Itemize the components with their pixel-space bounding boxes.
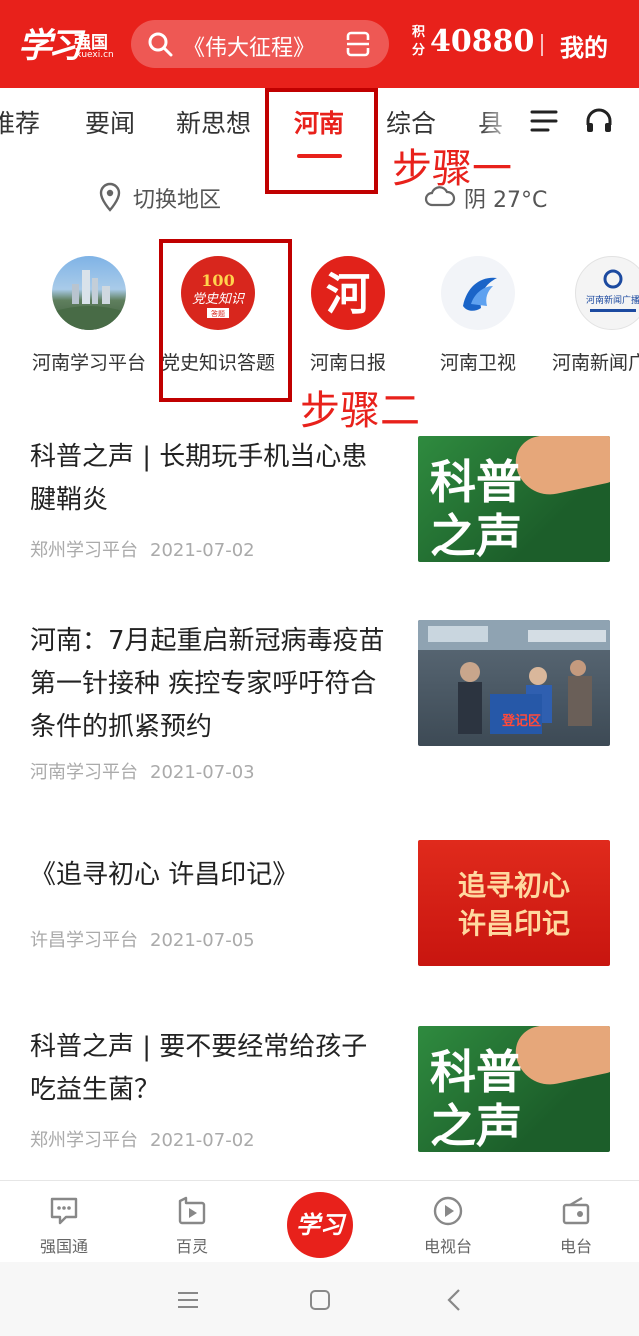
article-item[interactable]: 科普之声 | 长期玩手机当心患腱鞘炎 郑州学习平台 2021-07-02 科普 之…: [0, 436, 639, 586]
henan-study-platform-logo: [52, 256, 126, 330]
step2-highlight-box: [159, 239, 292, 402]
channel-label: 河南日报: [309, 352, 386, 374]
channel-label: 河南卫视: [439, 352, 516, 374]
tab-general[interactable]: 综合: [386, 104, 436, 140]
article-thumbnail: 科普 之声: [418, 436, 610, 562]
article-title: 科普之声 | 要不要经常给孩子吃益生菌？: [30, 1032, 368, 1105]
henan-tv-logo: [441, 256, 515, 330]
thumb-text-line2: 许昌印记: [457, 907, 570, 940]
thumb-text-line2: 之声: [430, 509, 522, 562]
nav-label: 电台: [559, 1237, 592, 1256]
logo-domain: xuexi.cn: [76, 50, 114, 60]
search-placeholder: 《伟大征程》: [183, 36, 316, 61]
channel-henan-study-platform[interactable]: 河南学习平台: [29, 256, 149, 376]
top-header: 学习 强国 xuexi.cn 《伟大征程》 积分 40880 我的: [0, 0, 639, 88]
nav-bailing[interactable]: 百灵: [152, 1195, 232, 1256]
channel-henan-news-radio[interactable]: 河南新闻广播 河南新闻广: [552, 256, 639, 376]
search-icon: [148, 32, 173, 57]
header-divider: [541, 34, 543, 56]
article-title: 科普之声 | 长期玩手机当心患腱鞘炎: [30, 442, 368, 515]
tab-headlines[interactable]: 要闻: [85, 104, 135, 140]
thumb-text-line1: 追寻初心: [457, 869, 570, 902]
article-item[interactable]: 河南：7月起重启新冠病毒疫苗第一针接种 疾控专家呼吁符合条件的抓紧预约 河南学习…: [0, 620, 639, 790]
mine-button[interactable]: 我的: [560, 28, 608, 63]
article-source: 许昌学习平台: [30, 930, 138, 951]
article-date: 2021-07-03: [150, 762, 255, 783]
chat-icon: [50, 1197, 78, 1225]
article-meta: 郑州学习平台 2021-07-02: [30, 1126, 267, 1152]
app-logo[interactable]: 学习 强国 xuexi.cn: [18, 18, 118, 68]
article-item[interactable]: 《追寻初心 许昌印记》 许昌学习平台 2021-07-05 追寻初心 许昌印记: [0, 840, 639, 970]
search-bar[interactable]: 《伟大征程》: [131, 20, 389, 68]
step1-highlight-box: [265, 88, 378, 194]
nav-qiangguotong[interactable]: 强国通: [24, 1195, 104, 1256]
recent-apps-icon[interactable]: [177, 1290, 199, 1310]
logo-script: 学习: [18, 26, 82, 66]
back-icon[interactable]: [446, 1288, 462, 1312]
location-pin-icon: [99, 182, 121, 212]
article-title: 河南：7月起重启新冠病毒疫苗第一针接种 疾控专家呼吁符合条件的抓紧预约: [30, 626, 385, 742]
article-source: 河南学习平台: [30, 762, 138, 783]
weather-text: 阴 27°C: [464, 188, 548, 213]
article-source: 郑州学习平台: [30, 1130, 138, 1151]
article-item[interactable]: 科普之声 | 要不要经常给孩子吃益生菌？ 郑州学习平台 2021-07-02 科普…: [0, 1026, 639, 1156]
tab-new-thought[interactable]: 新思想: [176, 104, 251, 140]
headphones-icon[interactable]: [584, 106, 614, 136]
article-meta: 许昌学习平台 2021-07-05: [30, 926, 267, 952]
article-date: 2021-07-05: [150, 930, 255, 951]
thumb-sign-text: 登记区: [502, 714, 542, 729]
nav-radio[interactable]: 电台: [536, 1195, 616, 1256]
short-video-icon: [178, 1196, 206, 1225]
cloud-icon: [424, 186, 456, 207]
article-thumbnail: 科普 之声: [418, 1026, 610, 1152]
study-center-button[interactable]: 学习: [287, 1192, 353, 1258]
article-thumbnail: 登记区: [418, 620, 610, 746]
article-title: 《追寻初心 许昌印记》: [30, 860, 299, 890]
menu-icon[interactable]: [530, 108, 558, 134]
article-date: 2021-07-02: [150, 540, 255, 561]
channel-henan-tv[interactable]: 河南卫视: [418, 256, 538, 376]
nav-label: 百灵: [175, 1237, 208, 1256]
henan-news-radio-logo: 河南新闻广播: [575, 256, 639, 330]
channel-label: 河南新闻广: [552, 352, 639, 374]
article-thumbnail: 追寻初心 许昌印记: [418, 840, 610, 966]
article-date: 2021-07-02: [150, 1130, 255, 1151]
channel-label: 河南学习平台: [31, 352, 146, 374]
channel-henan-daily[interactable]: 河 河南日报: [288, 256, 408, 376]
system-nav-bar: [0, 1262, 639, 1336]
radio-icon: [562, 1197, 590, 1225]
points-value: 40880: [430, 24, 535, 59]
scan-icon[interactable]: [344, 30, 372, 58]
step2-label: 步骤二: [300, 388, 420, 434]
points-label: 积分: [412, 25, 426, 58]
henan-daily-glyph: 河: [326, 269, 370, 320]
thumb-text-line2: 之声: [430, 1099, 522, 1152]
article-meta: 郑州学习平台 2021-07-02: [30, 536, 267, 562]
article-source: 郑州学习平台: [30, 540, 138, 561]
article-meta: 河南学习平台 2021-07-03: [30, 758, 267, 784]
nav-label: 强国通: [39, 1237, 88, 1256]
play-icon: [433, 1196, 463, 1226]
tab-recommend[interactable]: 推荐: [0, 104, 40, 140]
home-icon[interactable]: [309, 1289, 331, 1311]
henan-daily-logo: 河: [311, 256, 385, 330]
nav-label: 电视台: [423, 1237, 472, 1256]
switch-region-label: 切换地区: [133, 188, 222, 213]
radio-logo-text: 河南新闻广播: [586, 294, 639, 306]
nav-tv[interactable]: 电视台: [408, 1195, 488, 1256]
